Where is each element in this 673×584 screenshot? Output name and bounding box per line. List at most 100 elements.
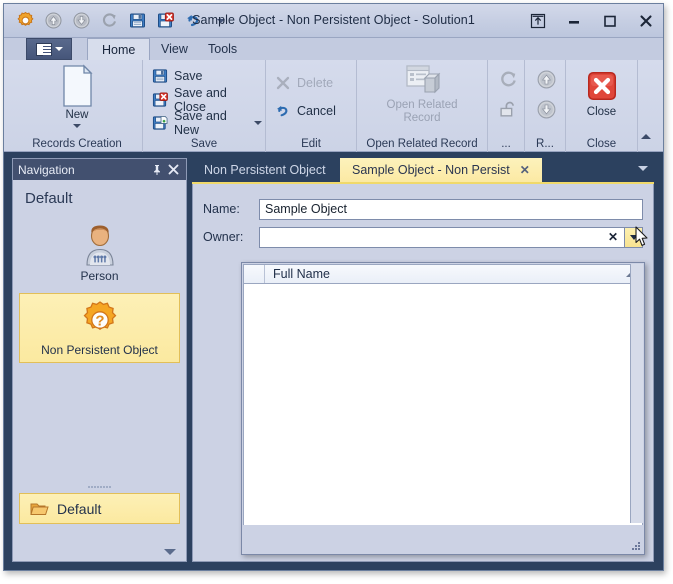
chevron-down-icon[interactable]	[254, 121, 262, 125]
save-button[interactable]: Save	[149, 65, 206, 87]
dropdown-footer	[243, 525, 643, 553]
previous-icon	[537, 70, 556, 89]
dropdown-vertical-scrollbar[interactable]	[630, 264, 643, 523]
close-button[interactable]	[635, 10, 657, 32]
ribbon-group-edit: Delete Cancel Edit	[266, 60, 357, 152]
cancel-button-label: Cancel	[297, 104, 336, 118]
refresh-button[interactable]	[496, 68, 521, 90]
ribbon-group-ellipsis: ...	[488, 60, 525, 152]
field-row-owner: Owner: ✕	[203, 226, 643, 248]
ribbon-group-label-ellipsis: ...	[501, 138, 511, 150]
ribbon-group-open-related-record: Open Related Record Open Related Record	[357, 60, 488, 152]
chevron-down-icon[interactable]	[73, 124, 81, 128]
tab-home-label: Home	[102, 42, 136, 57]
cancel-button[interactable]: Cancel	[272, 100, 339, 122]
gear-question-icon: ?	[80, 300, 120, 340]
close-icon[interactable]: ✕	[520, 163, 530, 177]
new-button[interactable]: New	[12, 64, 142, 128]
application-menu-button[interactable]	[26, 38, 72, 60]
navigation-group-title: Default	[25, 190, 73, 207]
ribbon-group-label-open-related-record: Open Related Record	[366, 138, 478, 150]
doc-tab-non-persistent-object-label: Non Persistent Object	[204, 163, 326, 177]
grid-indicator-column	[244, 265, 265, 283]
pin-icon[interactable]	[149, 162, 165, 178]
restore-ribbon-icon[interactable]	[527, 10, 549, 32]
previous-record-button[interactable]	[534, 68, 559, 90]
person-icon	[80, 224, 120, 266]
unlock-button[interactable]	[496, 98, 521, 120]
ribbon-group-label-edit: Edit	[301, 138, 321, 150]
ribbon: New Records Creation Save Save and Close…	[4, 60, 663, 152]
name-field-label: Name:	[203, 202, 240, 216]
application-window: Sample Object - Non Persistent Object - …	[3, 3, 664, 571]
save-and-close-icon	[152, 92, 168, 108]
next-icon	[537, 100, 556, 119]
close-red-icon	[586, 70, 618, 102]
refresh-icon	[499, 70, 518, 89]
chevron-down-icon	[54, 47, 63, 51]
owner-field-label: Owner:	[203, 230, 244, 244]
ribbon-group-close: Close Close	[566, 60, 638, 152]
save-and-new-button-label: Save and New	[174, 109, 227, 137]
menu-list-icon	[35, 42, 52, 56]
title-bar: Sample Object - Non Persistent Object - …	[4, 4, 663, 38]
nav-group-default[interactable]: Default	[19, 493, 180, 524]
owner-dropdown-popup: Full Name	[241, 262, 645, 555]
delete-icon	[275, 75, 291, 91]
next-record-button[interactable]	[534, 98, 559, 120]
navigation-splitter-grip[interactable]	[13, 482, 186, 491]
tab-view-label: View	[161, 42, 188, 56]
document-tab-menu-icon[interactable]	[638, 166, 648, 171]
window-controls	[527, 10, 657, 32]
resize-grip[interactable]	[631, 541, 640, 550]
ribbon-group-records-creation: New Records Creation	[12, 60, 143, 152]
ribbon-group-save: Save Save and Close Save and New Save	[143, 60, 266, 152]
minimize-button[interactable]	[563, 10, 585, 32]
sidebar-item-person-label: Person	[80, 269, 119, 283]
sidebar-item-person[interactable]: Person	[19, 217, 180, 289]
close-record-button[interactable]: Close	[566, 70, 637, 118]
chevron-down-icon	[629, 234, 638, 240]
svg-text:?: ?	[95, 313, 104, 330]
undo-icon	[275, 103, 291, 119]
grid-column-full-name[interactable]: Full Name	[265, 267, 642, 281]
navigation-title: Navigation	[18, 162, 75, 177]
navigation-more-icon[interactable]	[164, 549, 176, 555]
clear-icon[interactable]: ✕	[608, 230, 618, 244]
open-related-record-button[interactable]: Open Related Record	[357, 64, 487, 124]
main-area: Navigation Default Person ? Non Persiste…	[4, 152, 663, 570]
doc-tab-sample-object[interactable]: Sample Object - Non Persist ✕	[340, 158, 542, 182]
tab-home[interactable]: Home	[87, 38, 151, 60]
save-and-new-button[interactable]: Save and New	[149, 109, 265, 137]
doc-tab-sample-object-label: Sample Object - Non Persist	[352, 163, 510, 177]
navigation-panel: Navigation Default Person ? Non Persiste…	[12, 158, 187, 562]
delete-button-label: Delete	[297, 76, 334, 90]
tab-tools-label: Tools	[208, 42, 238, 56]
doc-tab-non-persistent-object[interactable]: Non Persistent Object	[192, 158, 338, 182]
sidebar-item-non-persistent-object[interactable]: ? Non Persistent Object	[19, 293, 180, 363]
owner-dropdown-grid: Full Name	[243, 264, 643, 527]
nav-group-default-label: Default	[57, 500, 102, 517]
save-and-close-button[interactable]: Save and Close	[149, 86, 265, 114]
ribbon-collapse-button[interactable]	[639, 129, 653, 147]
navigation-footer: Default	[13, 482, 186, 561]
ribbon-group-record: R...	[525, 60, 566, 152]
save-and-new-icon	[152, 115, 168, 131]
open-related-record-label-line1: Open Related	[386, 99, 458, 111]
ribbon-group-label-records-creation: Records Creation	[32, 138, 122, 150]
tab-tools[interactable]: Tools	[194, 38, 251, 60]
navigation-header: Navigation	[13, 159, 186, 180]
name-input[interactable]: Sample Object	[259, 198, 643, 220]
name-input-value: Sample Object	[265, 202, 347, 216]
delete-button[interactable]: Delete	[272, 72, 336, 94]
save-icon	[152, 68, 168, 84]
owner-dropdown-button[interactable]	[624, 226, 643, 248]
field-row-name: Name: Sample Object	[203, 198, 643, 220]
ribbon-group-label-save: Save	[190, 138, 218, 150]
close-icon[interactable]	[165, 162, 181, 178]
owner-input[interactable]: ✕	[259, 226, 624, 248]
document-body: Name: Sample Object Owner: ✕ Full Name	[192, 184, 654, 562]
ribbon-group-label-close: Close	[586, 138, 617, 150]
ribbon-group-label-record: R...	[536, 138, 554, 150]
maximize-button[interactable]	[599, 10, 621, 32]
